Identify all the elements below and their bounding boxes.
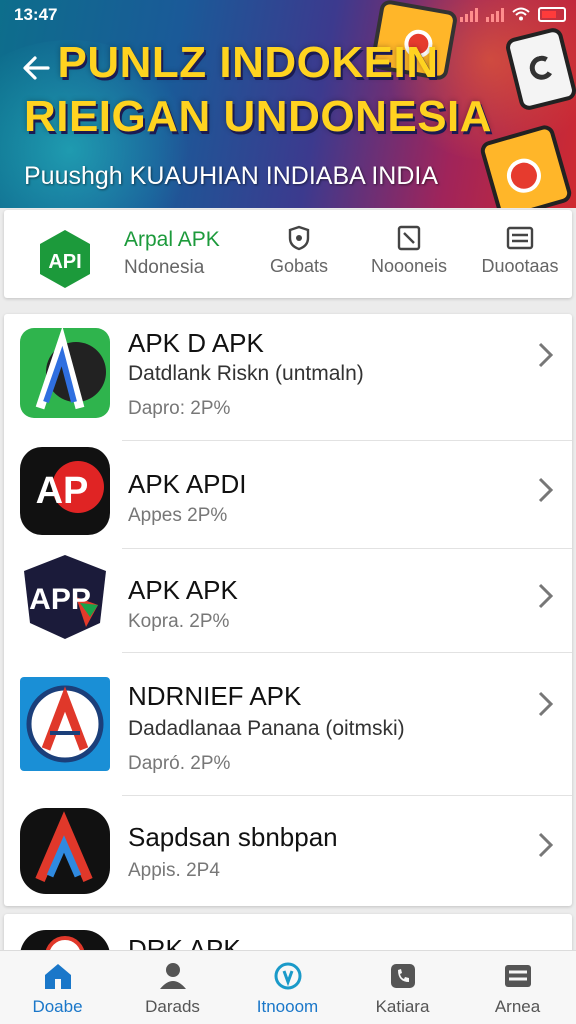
- app-size: Dapro: 2P%: [128, 398, 231, 419]
- chevron-right-icon: [538, 583, 554, 609]
- phone-icon: [390, 964, 415, 988]
- app-icon-text: APP: [29, 583, 91, 616]
- app-size: Kopra. 2P%: [128, 611, 230, 632]
- app-icon: AP: [20, 447, 110, 535]
- header-banner: 13:47 PUNLZ INDOKEIN RIEIGAN UNDONESIA P…: [0, 0, 576, 208]
- nav-arnea[interactable]: Arnea: [460, 961, 575, 1021]
- menu-icon: [506, 226, 534, 250]
- list-item[interactable]: NDRNIEF APK Dadadlanaa Panana (oitmski) …: [4, 653, 572, 796]
- category-bar: API Arpal APK Ndonesia Gobats Noooneis D…: [4, 210, 572, 298]
- home-icon: [44, 964, 71, 989]
- wifi-icon: [512, 7, 530, 21]
- brand-sub: Ndonesia: [124, 257, 205, 278]
- app-name: NDRNIEF APK: [128, 681, 302, 711]
- brand-logo-text: API: [48, 251, 81, 273]
- banner-title-line1: PUNLZ INDOKEIN: [57, 38, 439, 87]
- signal-icon: [486, 6, 504, 22]
- nav-label: Itnooom: [256, 997, 319, 1016]
- nav-label: Katiara: [375, 997, 430, 1016]
- nav-label: Darads: [145, 997, 200, 1016]
- app-name: APK D APK: [128, 328, 264, 358]
- app-size: Appes 2P%: [128, 505, 228, 526]
- app-icon: [20, 328, 110, 418]
- app-icon: [20, 808, 110, 894]
- tab-duootaas[interactable]: Duootaas: [472, 224, 568, 294]
- app-size: Dapró. 2P%: [128, 753, 231, 774]
- bottom-navigation: Doabe Darads Itnooom Katiara Arnea: [0, 950, 576, 1024]
- app-size: Appis. 2P4: [128, 860, 220, 881]
- list-item[interactable]: APP APK APK Kopra. 2P%: [4, 549, 572, 653]
- banner-title-line2: RIEIGAN UNDONESIA: [23, 92, 493, 141]
- brand-logo: API: [40, 230, 90, 288]
- app-description: Dadadlanaa Panana (oitmski): [128, 717, 405, 740]
- banner-subtitle: Puushgh KUAUHIAN INDIABA INDIA: [24, 162, 439, 190]
- shield-icon: [288, 225, 310, 251]
- tab-gobats[interactable]: Gobats: [256, 224, 342, 294]
- nav-label: Arnea: [494, 997, 541, 1016]
- signal-icon: [460, 6, 478, 22]
- tab-noooneis[interactable]: Noooneis: [360, 224, 458, 294]
- list-item[interactable]: AP APK APDI Appes 2P%: [4, 441, 572, 549]
- list-item[interactable]: APK D APK Datdlank Riskn (untmaln) Dapro…: [4, 314, 572, 441]
- app-name: APK APDI: [128, 469, 247, 499]
- document-icon: [397, 225, 421, 251]
- nav-darads[interactable]: Darads: [115, 961, 230, 1021]
- app-icon-text: AP: [36, 470, 89, 512]
- compass-icon: [274, 962, 301, 990]
- app-icon: [20, 677, 110, 771]
- person-icon: [159, 963, 186, 989]
- menu-icon: [504, 965, 531, 987]
- battery-icon: [538, 6, 566, 22]
- nav-label: Doabe: [32, 997, 83, 1016]
- chevron-right-icon: [538, 691, 554, 717]
- app-description: Datdlank Riskn (untmaln): [128, 362, 364, 385]
- tab-label: Gobats: [269, 256, 329, 276]
- nav-katiara[interactable]: Katiara: [345, 961, 460, 1021]
- chevron-right-icon: [538, 342, 554, 368]
- tab-label: Noooneis: [370, 256, 448, 276]
- brand-name: Arpal APK: [124, 228, 220, 251]
- status-bar: 13:47: [0, 0, 576, 30]
- chevron-right-icon: [538, 477, 554, 503]
- status-time: 13:47: [14, 5, 58, 24]
- chevron-right-icon: [538, 832, 554, 858]
- nav-itnooom[interactable]: Itnooom: [230, 961, 345, 1021]
- list-item[interactable]: Sapdsan sbnbpan Appis. 2P4: [4, 796, 572, 906]
- nav-home[interactable]: Doabe: [0, 961, 115, 1021]
- app-name: APK APK: [128, 575, 238, 605]
- app-name: Sapdsan sbnbpan: [128, 822, 338, 852]
- app-list: APK D APK Datdlank Riskn (untmaln) Dapro…: [4, 314, 572, 906]
- tab-label: Duootaas: [481, 256, 559, 276]
- app-icon: APP: [24, 555, 106, 639]
